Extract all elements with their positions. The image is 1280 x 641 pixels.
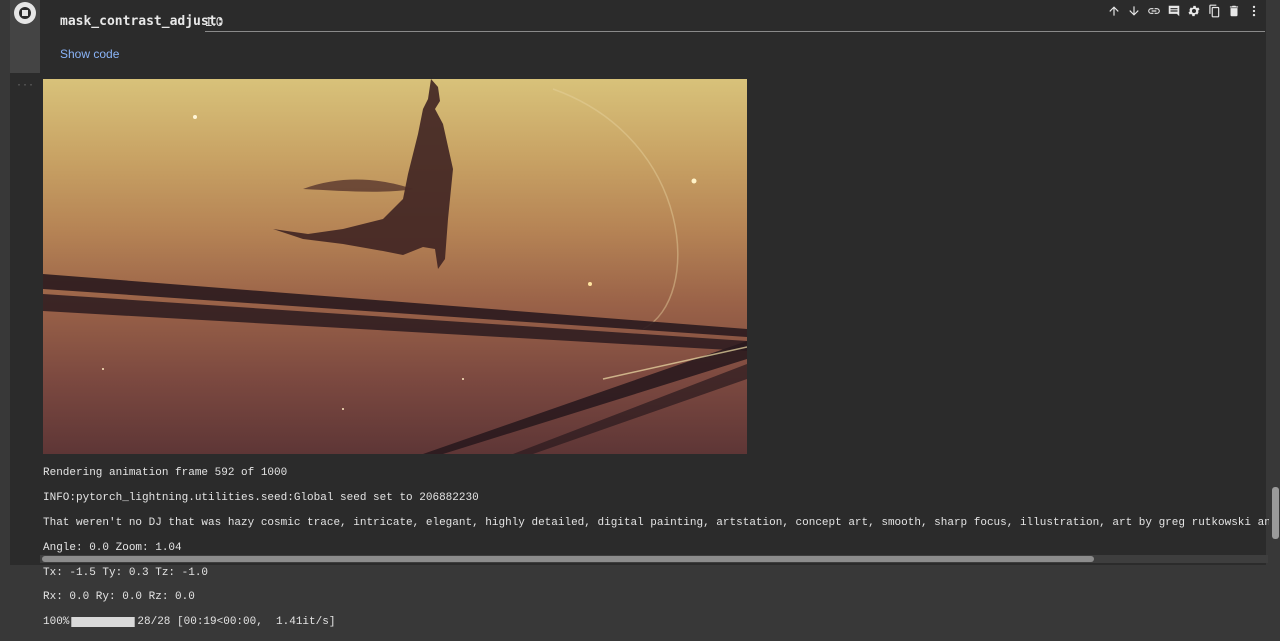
vertical-scrollbar-thumb[interactable] <box>1272 487 1279 539</box>
run-cell-button[interactable] <box>14 2 36 24</box>
show-code-link[interactable]: Show code <box>60 47 119 61</box>
arrow-down-icon[interactable] <box>1126 3 1142 19</box>
console-line: Tx: -1.5 Ty: 0.3 Tz: -1.0 <box>43 566 209 579</box>
console-line: Rx: 0.0 Ry: 0.0 Rz: 0.0 <box>43 591 195 604</box>
more-vert-icon[interactable] <box>1246 3 1262 19</box>
horizontal-scrollbar-thumb[interactable] <box>42 556 1094 562</box>
console-line: Angle: 0.0 Zoom: 1.04 <box>43 541 182 554</box>
progress-line: 100% 28/28 [00:19<00:00, 1.41it/s] <box>43 616 1269 628</box>
progress-stats: 28/28 [00:19<00:00, 1.41it/s] <box>137 616 336 629</box>
link-icon[interactable] <box>1146 3 1162 19</box>
param-label: mask_contrast_adjust: <box>60 14 225 29</box>
trash-icon[interactable] <box>1226 3 1242 19</box>
console-line: INFO:pytorch_lightning.utilities.seed:Gl… <box>43 492 479 505</box>
arrow-up-icon[interactable] <box>1106 3 1122 19</box>
mirror-icon[interactable] <box>1206 3 1222 19</box>
cell-toolbar <box>1106 3 1262 19</box>
gear-icon[interactable] <box>1186 3 1202 19</box>
execution-count: ··· <box>16 80 35 91</box>
console-line: Rendering animation frame 592 of 1000 <box>43 467 288 480</box>
comment-icon[interactable] <box>1166 3 1182 19</box>
console-line: That weren't no DJ that was hazy cosmic … <box>43 517 1269 530</box>
progress-percent: 100% <box>43 616 70 629</box>
console-output: Rendering animation frame 592 of 1000 IN… <box>43 455 1269 641</box>
stop-icon <box>19 7 31 19</box>
progress-bar <box>71 617 136 628</box>
output-image <box>43 79 747 454</box>
